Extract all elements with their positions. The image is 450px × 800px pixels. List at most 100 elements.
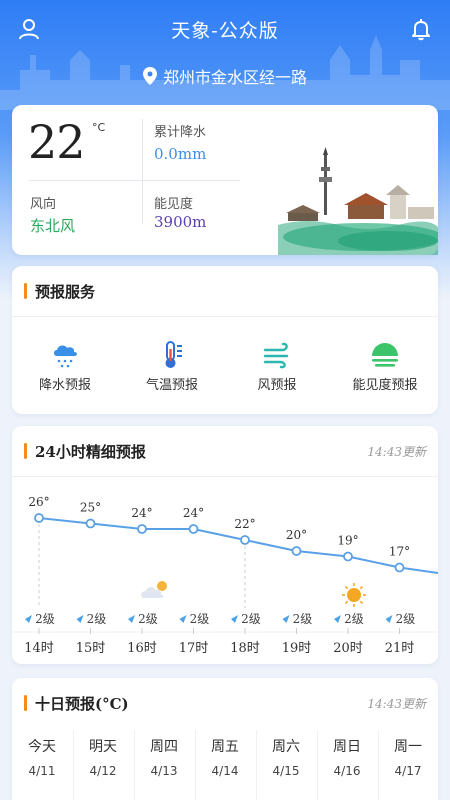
day-name: 周一 — [394, 739, 422, 755]
day-column[interactable]: 周六 4/15 — [256, 736, 316, 778]
location-text: 郑州市金水区经一路 — [162, 68, 307, 87]
day-date: 4/17 — [394, 764, 422, 778]
current-weather-card: 22 °C 累计降水 0.0mm 风向 东北风 能见度 3900m — [12, 105, 438, 255]
location-selector[interactable]: 郑州市金水区经一路 — [0, 64, 450, 88]
section-header: 预报服务 — [12, 266, 438, 316]
update-time: 14:43更新 — [367, 696, 426, 711]
partly-cloudy-icon — [141, 581, 167, 598]
hour-label: 17时 — [179, 641, 209, 656]
sunny-icon — [342, 583, 366, 607]
precip-value: 0.0mm — [154, 145, 207, 163]
wind-level-label: 2级 — [87, 612, 107, 626]
temperature-point — [291, 546, 302, 556]
day-column[interactable]: 周四 4/13 — [134, 736, 194, 778]
column-divider — [134, 730, 135, 800]
day-column[interactable]: 周五 4/14 — [195, 736, 255, 778]
divider — [28, 180, 240, 181]
hourly-forecast-card: 24小时精细预报 14:43更新 26° 25° 24° 24° 22° 20° 19° 17… — [12, 426, 438, 664]
day-name: 周六 — [272, 739, 300, 755]
precip-label: 累计降水 — [154, 125, 207, 140]
section-title: 预报服务 — [35, 282, 96, 301]
column-divider — [73, 730, 74, 800]
temperature-label: 19° — [337, 534, 358, 548]
column-divider — [378, 730, 379, 800]
wind-level-label: 2级 — [293, 612, 313, 626]
wind-level-label: 2级 — [241, 612, 261, 626]
temperature-point — [34, 513, 44, 523]
top-bar: 天象-公众版 — [0, 0, 450, 58]
column-divider — [256, 730, 257, 800]
divider — [142, 119, 143, 224]
wind-label: 风向 — [30, 197, 57, 212]
section-header: 十日预报(°C) 14:43更新 — [12, 678, 438, 728]
forecast-service-card: 预报服务 降水预报 气温预报 风预报 能见度预报 — [12, 266, 438, 414]
section-accent-bar — [24, 695, 27, 711]
hour-label: 16时 — [127, 641, 157, 656]
day-name: 明天 — [89, 739, 117, 755]
hour-label: 18时 — [230, 641, 260, 656]
temperature-point — [85, 518, 96, 529]
wind-icon — [263, 342, 289, 369]
day-column[interactable]: 明天 4/12 — [73, 736, 133, 778]
temperature-point — [394, 562, 405, 573]
column-divider — [317, 730, 318, 800]
visibility-label: 能见度 — [154, 197, 194, 212]
wind-arrow-icon — [334, 615, 341, 623]
temperature-label: 24° — [183, 506, 204, 520]
day-date: 4/11 — [28, 764, 56, 778]
wind-direction-value: 东北风 — [30, 217, 76, 235]
hour-label: 20时 — [333, 641, 363, 656]
wind-level-label: 2级 — [344, 612, 364, 626]
temperature-label: 20° — [286, 528, 307, 542]
temperature-unit: °C — [92, 121, 106, 134]
service-label: 降水预报 — [38, 378, 91, 393]
day-name: 周日 — [333, 739, 361, 755]
wind-level-label: 2级 — [35, 612, 55, 626]
temperature-label: 17° — [389, 545, 410, 559]
day-date: 4/14 — [211, 764, 239, 778]
precip-forecast-button[interactable]: 降水预报 — [15, 340, 115, 393]
app-title: 天象-公众版 — [171, 20, 279, 42]
temperature-label: 24° — [131, 506, 152, 520]
thermometer-icon — [165, 341, 182, 368]
day-name: 周五 — [211, 739, 239, 755]
hour-label: 19时 — [282, 641, 312, 656]
wind-arrow-icon — [385, 615, 393, 623]
wind-forecast-button[interactable]: 风预报 — [227, 340, 327, 393]
bell-icon[interactable] — [406, 14, 436, 44]
temperature-label: 22° — [234, 517, 255, 531]
day-name: 周四 — [150, 739, 178, 755]
temperature-point — [137, 524, 147, 534]
temperature-point — [240, 535, 250, 545]
wind-arrow-icon — [282, 615, 290, 623]
temperature-label: 26° — [28, 495, 49, 509]
service-label: 风预报 — [257, 378, 297, 393]
wind-arrow-icon — [25, 615, 32, 623]
wind-level-label: 2级 — [190, 612, 210, 626]
update-time: 14:43更新 — [367, 444, 426, 459]
location-pin-icon — [142, 67, 157, 85]
temperature-forecast-button[interactable]: 气温预报 — [122, 340, 222, 393]
visibility-forecast-button[interactable]: 能见度预报 — [335, 340, 435, 393]
section-title: 十日预报(°C) — [35, 694, 129, 713]
rain-cloud-icon — [54, 345, 77, 368]
city-landmark-illustration — [278, 147, 438, 255]
day-column[interactable]: 周一 4/17 — [378, 736, 438, 778]
hourly-temperature-chart[interactable]: 26° 25° 24° 24° 22° 20° 19° 17° 2级 2级 2级 2级 2级 2级 2级 2级… — [12, 476, 438, 664]
day-column[interactable]: 今天 4/11 — [12, 736, 72, 778]
day-column[interactable]: 周日 4/16 — [317, 736, 377, 778]
ten-day-forecast-card: 十日预报(°C) 14:43更新 今天 4/11 明天 4/12 周四 4/13 周五 4/1… — [12, 678, 438, 800]
section-accent-bar — [24, 283, 27, 299]
day-date: 4/13 — [150, 764, 178, 778]
service-label: 气温预报 — [145, 378, 198, 393]
wind-level-label: 2级 — [396, 612, 416, 626]
day-date: 4/16 — [333, 764, 361, 778]
divider — [12, 316, 438, 317]
service-label: 能见度预报 — [352, 378, 418, 393]
wind-level-label: 2级 — [138, 612, 158, 626]
day-date: 4/15 — [272, 764, 300, 778]
temperature-label: 25° — [80, 501, 101, 515]
wind-arrow-icon — [128, 615, 135, 623]
fog-sun-icon — [372, 343, 398, 367]
section-header: 24小时精细预报 14:43更新 — [12, 426, 438, 476]
